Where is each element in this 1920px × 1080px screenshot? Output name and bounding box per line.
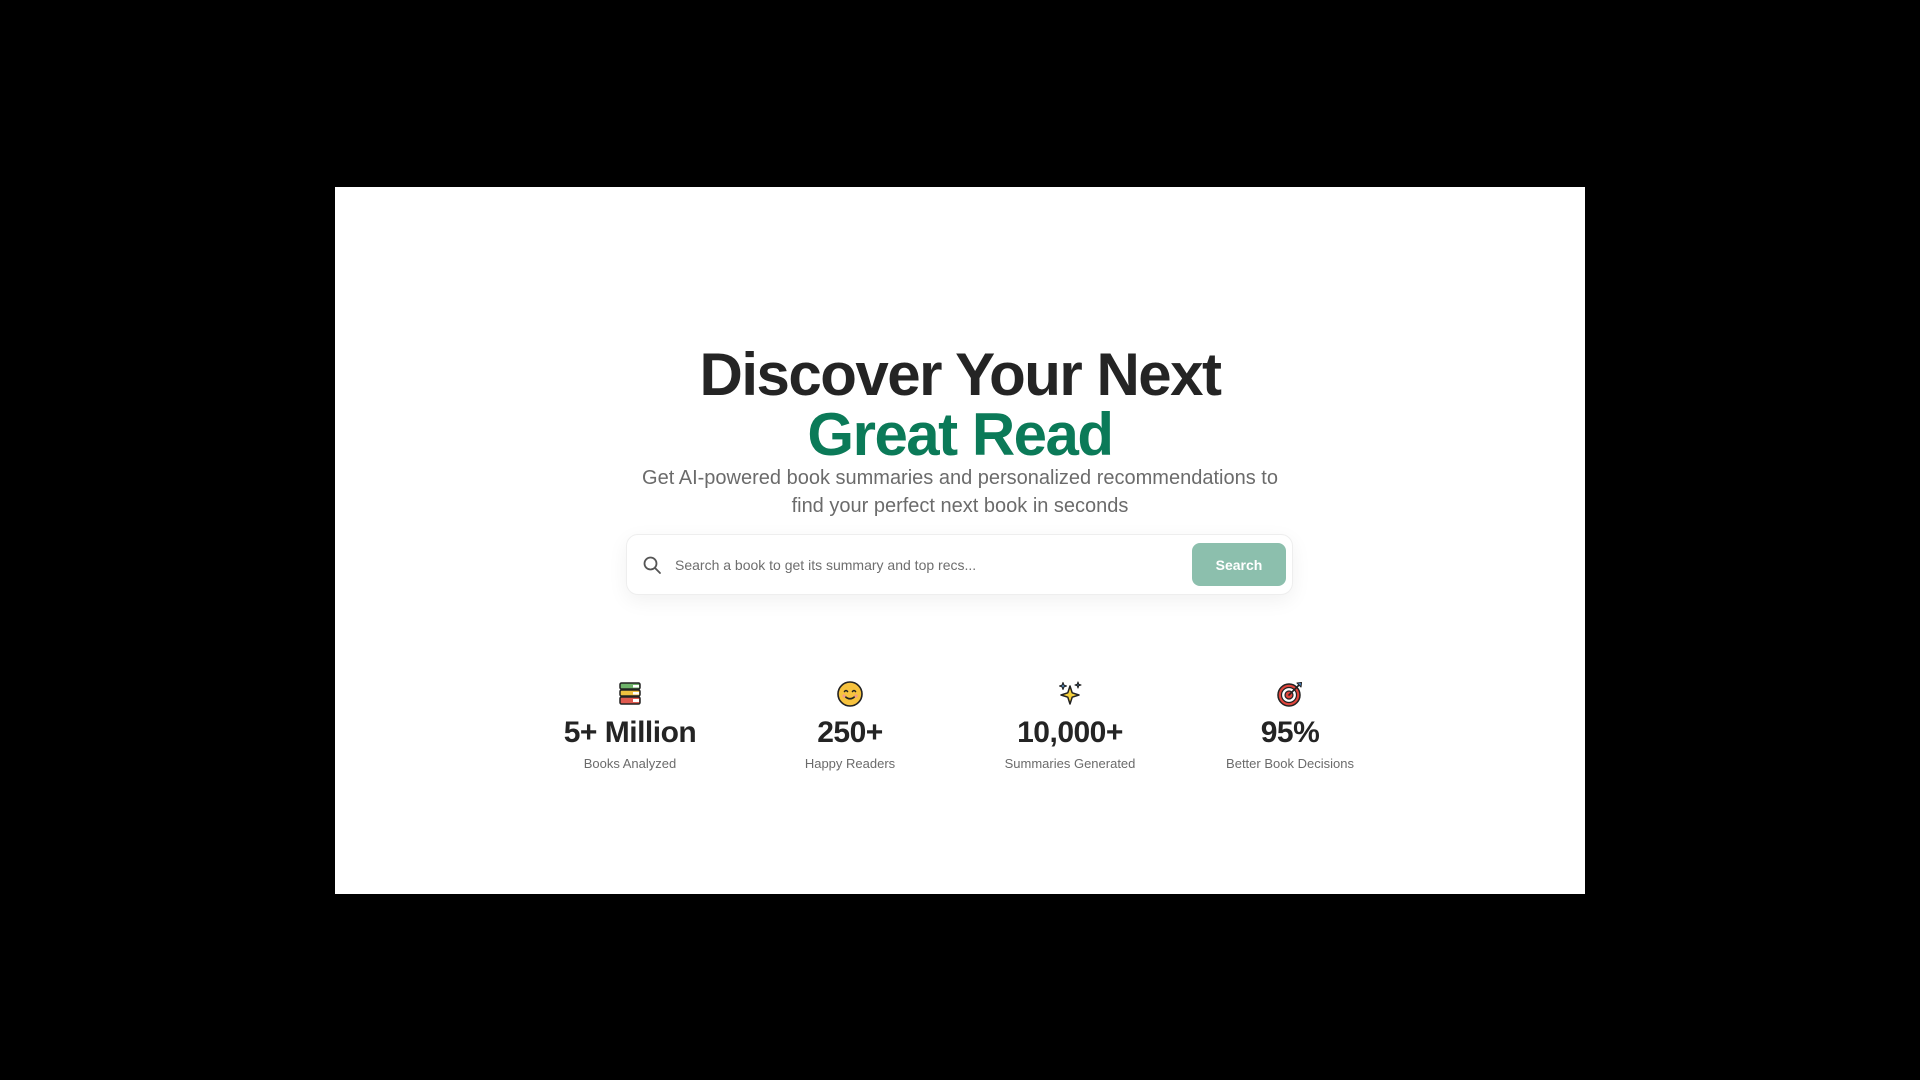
stat-label: Better Book Decisions: [1226, 756, 1354, 771]
hero-title-line-1: Discover Your Next: [699, 341, 1223, 409]
page-panel: Discover Your Next Great Read Get AI-pow…: [335, 187, 1585, 894]
stat-label: Books Analyzed: [583, 756, 677, 771]
books-icon: [616, 680, 644, 708]
smiley-icon: [836, 680, 864, 708]
hero-subtitle: Get AI-powered book summaries and person…: [642, 467, 1278, 517]
stat-value: 95%: [1260, 716, 1320, 749]
search-bar: Search: [626, 534, 1293, 595]
hero-title-highlight: Great Read: [807, 401, 1114, 469]
search-icon: [642, 555, 662, 575]
target-icon: [1276, 680, 1304, 708]
hero-title: Discover Your Next Great Read: [335, 345, 1585, 465]
search-button[interactable]: Search: [1192, 543, 1286, 586]
stat-summaries-generated: 10,000+ Summaries Generated: [960, 680, 1180, 772]
stat-value: 250+: [817, 716, 883, 749]
search-input[interactable]: [675, 551, 1195, 579]
sparkles-icon: [1056, 680, 1084, 708]
stat-value: 5+ Million: [563, 716, 697, 749]
stat-label: Summaries Generated: [1004, 756, 1136, 771]
screen-backdrop: Discover Your Next Great Read Get AI-pow…: [0, 0, 1920, 1080]
stat-books-analyzed: 5+ Million Books Analyzed: [520, 680, 740, 772]
hero-section: Discover Your Next Great Read Get AI-pow…: [335, 187, 1585, 894]
stat-label: Happy Readers: [804, 756, 896, 771]
stats-row: 5+ Million Books Analyzed 250+ Happy Rea…: [520, 680, 1400, 790]
stat-happy-readers: 250+ Happy Readers: [740, 680, 960, 772]
stat-better-decisions: 95% Better Book Decisions: [1180, 680, 1400, 772]
stat-value: 10,000+: [1017, 716, 1123, 749]
